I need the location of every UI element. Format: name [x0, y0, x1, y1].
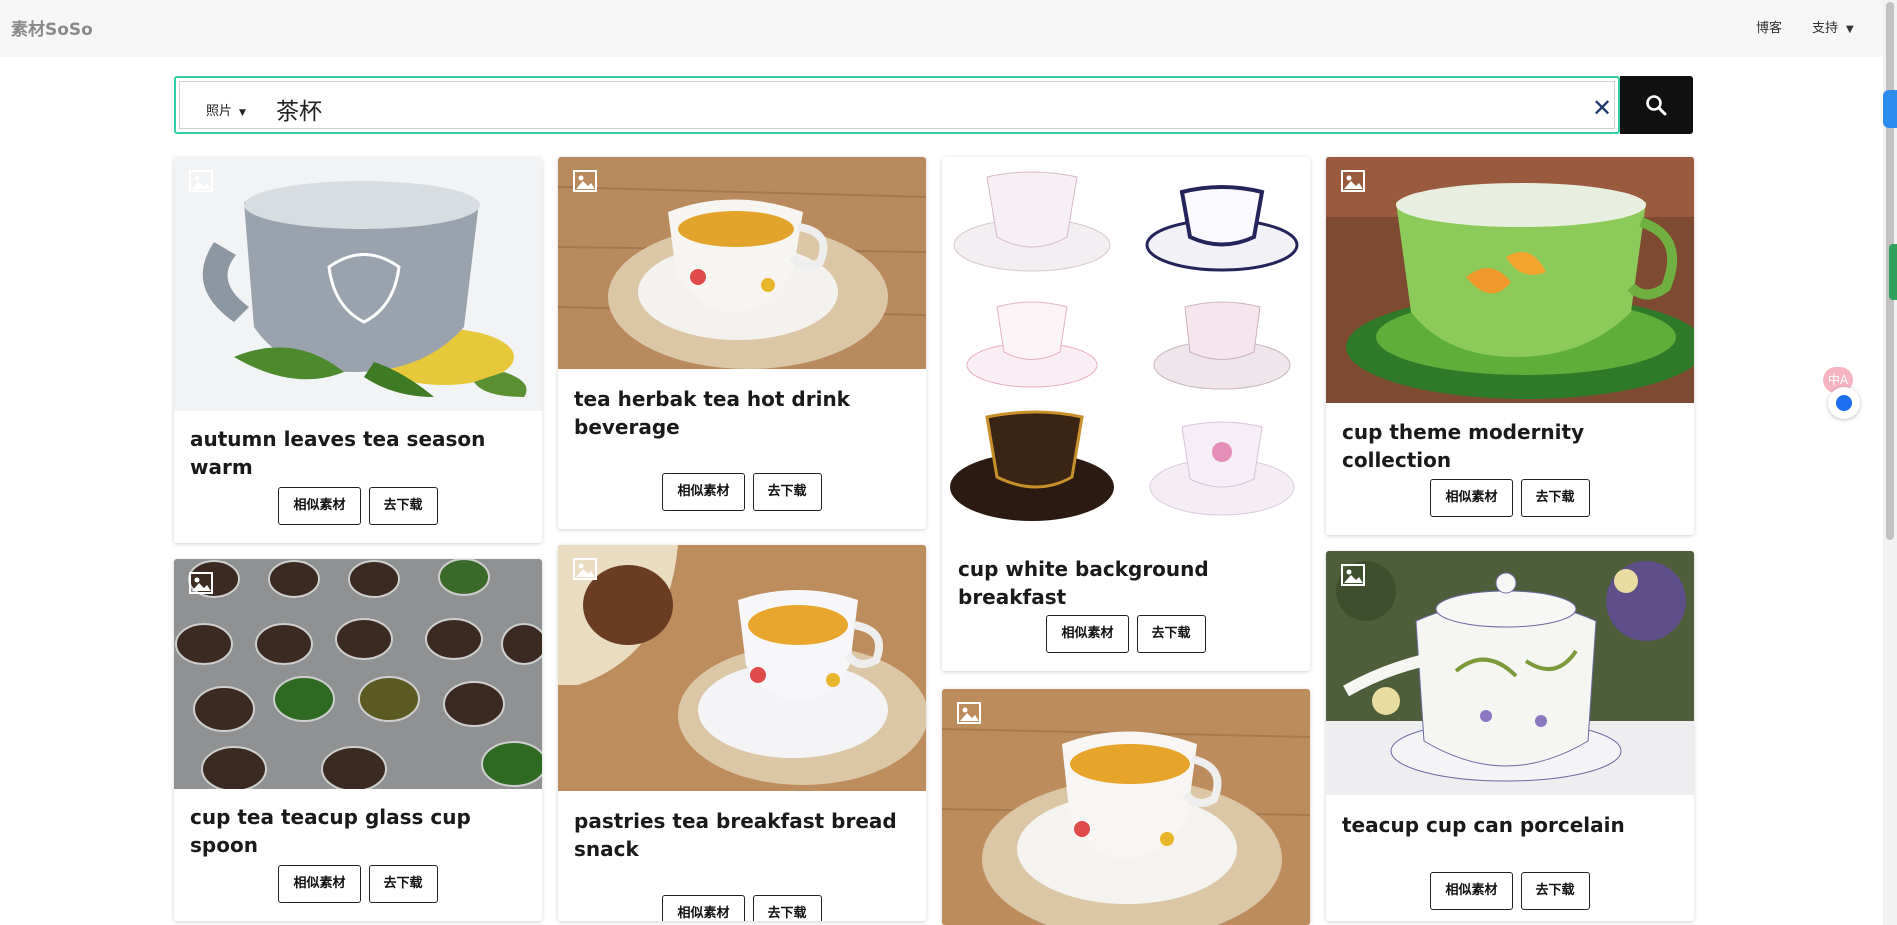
search-type-select[interactable]: 照片 ▼	[206, 100, 246, 119]
card-title: tea herbak tea hot drink beverage	[574, 387, 850, 439]
similar-button[interactable]: 相似素材	[278, 487, 361, 525]
download-button[interactable]: 去下载	[1520, 479, 1590, 517]
card-image[interactable]	[558, 157, 926, 369]
result-card[interactable]: cup white background breakfast 相似素材 去下载	[942, 157, 1310, 671]
result-card[interactable]: teacup cup can porcelain 相似素材 去下载	[1326, 551, 1694, 921]
result-card[interactable]	[942, 689, 1310, 925]
scrollbar[interactable]	[1883, 0, 1897, 925]
download-button[interactable]: 去下载	[752, 895, 822, 921]
similar-button[interactable]: 相似素材	[1430, 479, 1513, 517]
card-title: cup theme modernity collection	[1342, 420, 1585, 472]
search-button[interactable]	[1620, 76, 1693, 134]
image-type-icon	[573, 170, 597, 192]
download-button[interactable]: 去下载	[368, 865, 438, 903]
card-title: teacup cup can porcelain	[1342, 813, 1625, 837]
download-button[interactable]: 去下载	[752, 473, 822, 511]
search-input[interactable]	[274, 90, 1458, 128]
download-button[interactable]: 去下载	[1136, 615, 1206, 653]
card-image[interactable]	[174, 559, 542, 789]
card-image[interactable]	[1326, 551, 1694, 795]
image-type-icon	[189, 572, 213, 594]
image-type-icon	[189, 170, 213, 192]
image-type-icon	[1341, 564, 1365, 586]
caret-down-icon: ▼	[239, 108, 246, 118]
similar-button[interactable]: 相似素材	[662, 473, 745, 511]
download-button[interactable]: 去下载	[1520, 872, 1590, 910]
result-card[interactable]: tea herbak tea hot drink beverage 相似素材 去下…	[558, 157, 926, 529]
similar-button[interactable]: 相似素材	[278, 865, 361, 903]
similar-button[interactable]: 相似素材	[1430, 872, 1513, 910]
search-bar: 照片 ▼ ✕	[174, 76, 1620, 134]
card-title: autumn leaves tea season warm	[190, 427, 486, 479]
clear-icon[interactable]: ✕	[1592, 94, 1612, 122]
card-title: pastries tea breakfast bread snack	[574, 809, 897, 861]
side-green-tab[interactable]	[1889, 244, 1897, 300]
search-icon	[1646, 95, 1667, 116]
card-image[interactable]	[1326, 157, 1694, 403]
similar-button[interactable]: 相似素材	[662, 895, 745, 921]
image-type-icon	[957, 702, 981, 724]
nav-support-menu[interactable]: 支持 ▼	[1812, 17, 1854, 36]
card-title: cup white background breakfast	[958, 557, 1209, 609]
result-card[interactable]: autumn leaves tea season warm 相似素材 去下载	[174, 157, 542, 543]
search-type-label: 照片	[206, 104, 233, 119]
assistant-dot-icon	[1836, 395, 1852, 411]
result-card[interactable]: cup theme modernity collection 相似素材 去下载	[1326, 157, 1694, 535]
result-card[interactable]: pastries tea breakfast bread snack 相似素材去…	[558, 545, 926, 921]
card-title: cup tea teacup glass cup spoon	[190, 805, 471, 857]
similar-button[interactable]: 相似素材	[1046, 615, 1129, 653]
image-type-icon	[573, 558, 597, 580]
chevron-down-icon: ▼	[1846, 24, 1854, 35]
search-box: 照片 ▼ ✕	[179, 81, 1615, 129]
result-card[interactable]: cup tea teacup glass cup spoon 相似素材 去下载	[174, 559, 542, 921]
card-image[interactable]	[942, 689, 1310, 925]
image-type-icon	[1341, 170, 1365, 192]
card-image[interactable]	[558, 545, 926, 791]
card-image[interactable]	[942, 157, 1310, 537]
nav-blog-link[interactable]: 博客	[1756, 17, 1782, 36]
top-navbar: 素材SoSo 博客 支持 ▼	[0, 0, 1883, 57]
card-image[interactable]	[174, 157, 542, 411]
site-logo[interactable]: 素材SoSo	[11, 15, 93, 40]
download-button[interactable]: 去下载	[368, 487, 438, 525]
nav-support-label: 支持	[1812, 21, 1839, 36]
floating-assistant-button[interactable]	[1828, 387, 1860, 419]
side-tab[interactable]	[1883, 90, 1897, 128]
